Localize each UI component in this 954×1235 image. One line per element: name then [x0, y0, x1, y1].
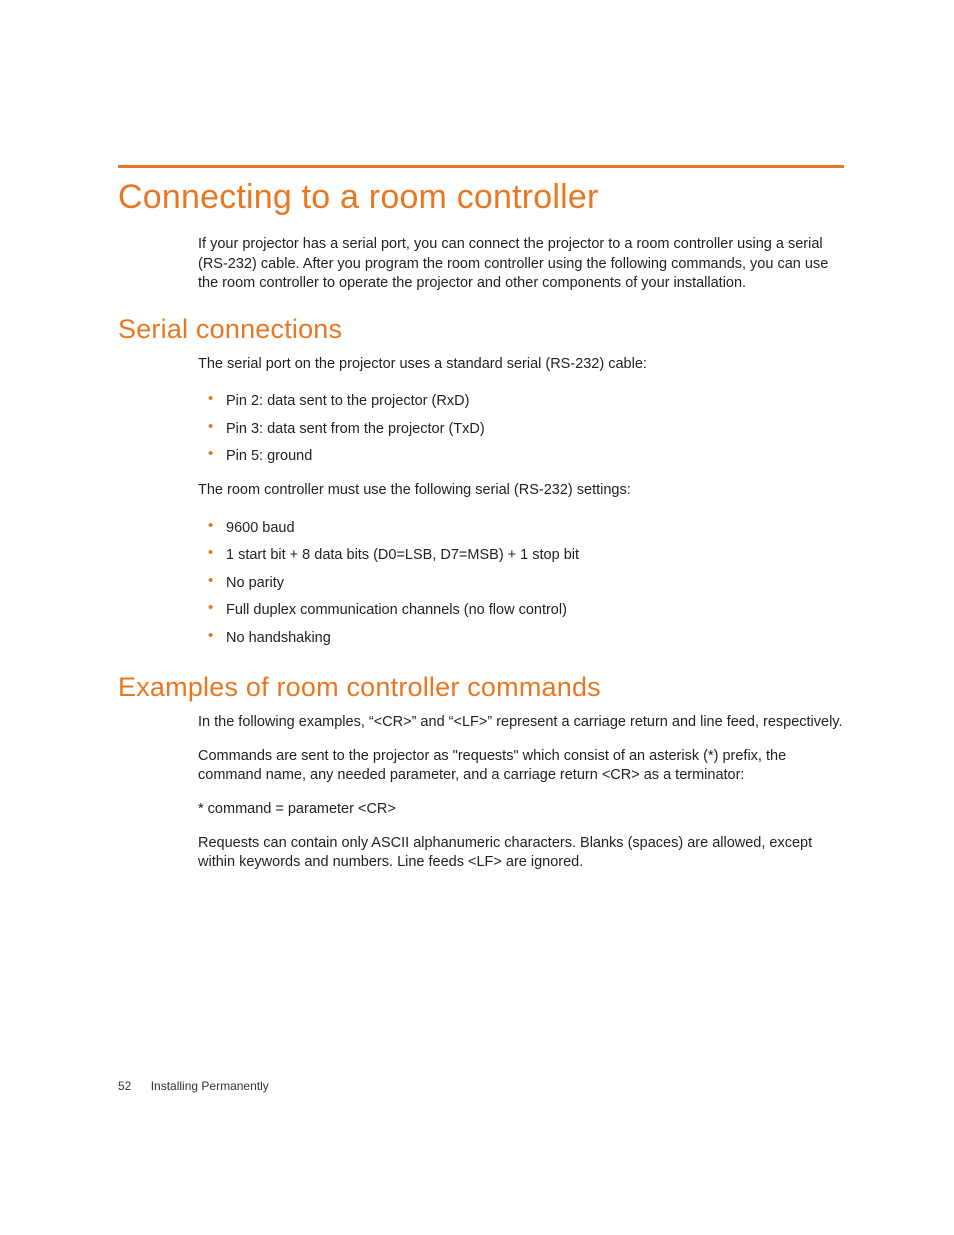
list-item: Pin 3: data sent from the projector (TxD… — [198, 416, 844, 444]
list-item: Pin 2: data sent to the projector (RxD) — [198, 388, 844, 416]
heading-serial: Serial connections — [118, 314, 844, 345]
pin-list: Pin 2: data sent to the projector (RxD) … — [198, 388, 844, 471]
examples-p1: In the following examples, “<CR>” and “<… — [198, 713, 844, 733]
footer-section: Installing Permanently — [151, 1079, 269, 1093]
serial-lead: The serial port on the projector uses a … — [198, 355, 844, 375]
list-item: 9600 baud — [198, 515, 844, 543]
section-rule — [118, 165, 844, 168]
settings-lead: The room controller must use the followi… — [198, 481, 844, 501]
list-item: 1 start bit + 8 data bits (D0=LSB, D7=MS… — [198, 542, 844, 570]
list-item: No handshaking — [198, 625, 844, 653]
list-item: No parity — [198, 570, 844, 598]
intro-paragraph: If your projector has a serial port, you… — [198, 235, 844, 294]
heading-main: Connecting to a room controller — [118, 178, 844, 217]
intro-block: If your projector has a serial port, you… — [198, 235, 844, 294]
page-number: 52 — [118, 1079, 131, 1093]
examples-p2: Commands are sent to the projector as "r… — [198, 747, 844, 786]
command-syntax: * command = parameter <CR> — [198, 800, 844, 820]
list-item: Full duplex communication channels (no f… — [198, 597, 844, 625]
page-footer: 52 Installing Permanently — [118, 1079, 269, 1093]
examples-p3: Requests can contain only ASCII alphanum… — [198, 834, 844, 873]
heading-examples: Examples of room controller commands — [118, 672, 844, 703]
serial-block: The serial port on the projector uses a … — [198, 355, 844, 653]
settings-list: 9600 baud 1 start bit + 8 data bits (D0=… — [198, 515, 844, 653]
page: Connecting to a room controller If your … — [0, 0, 954, 1235]
examples-block: In the following examples, “<CR>” and “<… — [198, 713, 844, 872]
list-item: Pin 5: ground — [198, 443, 844, 471]
